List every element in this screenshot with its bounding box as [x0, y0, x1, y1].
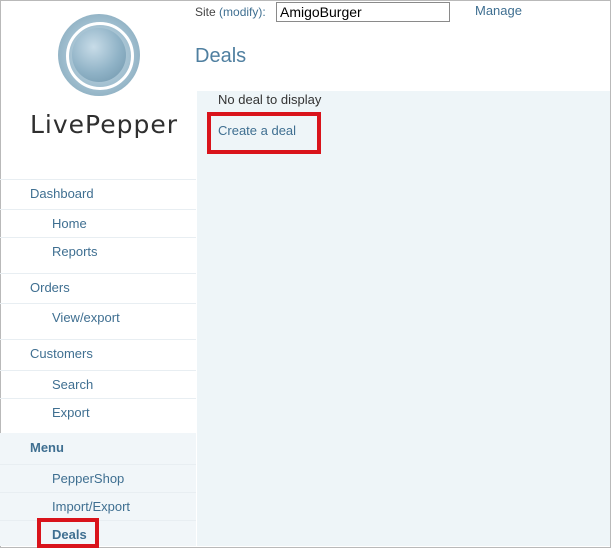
- sidebar-item-label: PepperShop: [52, 471, 125, 486]
- sidebar-item-label: Export: [52, 405, 90, 420]
- livepepper-logo-icon: [58, 14, 140, 96]
- sidebar-menu-label: Menu: [30, 440, 64, 455]
- logo-ring: [66, 22, 134, 90]
- empty-message: No deal to display: [218, 92, 322, 107]
- logo-text: LivePepper: [30, 110, 179, 139]
- site-label: Site (modify):: [195, 5, 266, 19]
- sidebar-customers-label: Customers: [30, 346, 93, 361]
- sidebar-dashboard-label: Dashboard: [30, 186, 94, 201]
- sidebar-item-label: Reports: [52, 244, 98, 259]
- manage-link[interactable]: Manage: [475, 3, 522, 18]
- content-panel: [197, 91, 610, 546]
- sidebar-menu[interactable]: Menu: [0, 434, 196, 462]
- sidebar-item-home[interactable]: Home: [0, 209, 196, 238]
- site-label-text: Site: [195, 5, 216, 19]
- sidebar-orders-label: Orders: [30, 280, 70, 295]
- sidebar-item-peppershop[interactable]: PepperShop: [0, 464, 196, 493]
- modify-link[interactable]: (modify):: [219, 5, 266, 19]
- sidebar-item-view-export[interactable]: View/export: [0, 303, 196, 332]
- page-title: Deals: [195, 45, 247, 67]
- sidebar-item-export[interactable]: Export: [0, 398, 196, 427]
- sidebar-orders[interactable]: Orders: [0, 273, 196, 302]
- site-input[interactable]: [276, 2, 450, 22]
- sidebar-dashboard[interactable]: Dashboard: [0, 179, 196, 208]
- sidebar-item-import-export[interactable]: Import/Export: [0, 492, 196, 521]
- sidebar-item-label: View/export: [52, 310, 120, 325]
- deals-highlight: [37, 518, 99, 548]
- sidebar-item-label: Home: [52, 216, 87, 231]
- sidebar-item-label: Import/Export: [52, 499, 131, 514]
- sidebar-customers[interactable]: Customers: [0, 339, 196, 368]
- create-deal-highlight: [207, 112, 321, 154]
- sidebar-item-label: Search: [52, 377, 94, 392]
- sidebar-item-search[interactable]: Search: [0, 370, 196, 399]
- sidebar-item-reports[interactable]: Reports: [0, 237, 196, 266]
